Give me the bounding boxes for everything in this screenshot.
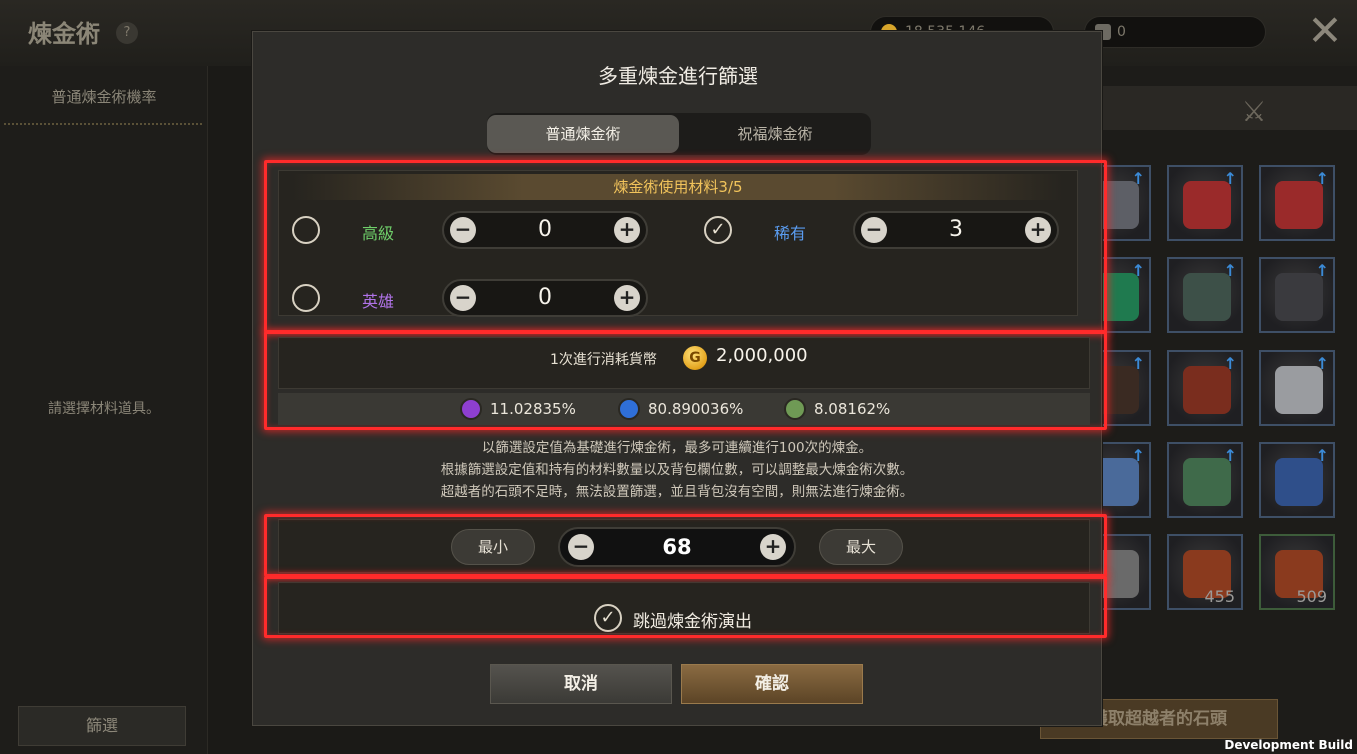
inventory-slot[interactable]: 455 (1167, 534, 1243, 610)
plus-button[interactable]: + (1025, 217, 1051, 243)
necklace-icon (1275, 458, 1323, 506)
skip-checkbox[interactable]: ✓ (594, 604, 622, 632)
inventory-slot[interactable]: ↑ (1167, 442, 1243, 518)
plus-button[interactable]: + (614, 217, 640, 243)
check-icon: ✓ (710, 219, 726, 240)
dev-build-label: Development Build (1224, 738, 1353, 752)
material-header: 煉金術使用材料3/5 (292, 174, 1064, 200)
filter-button[interactable]: 篩選 (18, 706, 186, 746)
bracer-icon (1275, 366, 1323, 414)
upgrade-arrow-icon: ↑ (1131, 169, 1145, 188)
upgrade-arrow-icon: ↑ (1223, 261, 1237, 280)
blue-gem-icon (618, 398, 640, 420)
cloak-icon (1183, 366, 1231, 414)
advanced-value[interactable]: 0 (480, 213, 610, 247)
probability-item: 11.02835% (460, 398, 576, 420)
plus-button[interactable]: + (760, 534, 786, 560)
gold-coin-icon: G (683, 346, 707, 370)
min-button[interactable]: 最小 (451, 529, 535, 565)
green-gem-icon (784, 398, 806, 420)
probability-item: 8.08162% (784, 398, 890, 420)
rare-stepper: − 3 + (853, 211, 1059, 249)
divider (4, 123, 202, 125)
page-title: 煉金術 (28, 20, 100, 48)
purple-gem-icon (460, 398, 482, 420)
upgrade-arrow-icon: ↑ (1315, 354, 1329, 373)
probability-value: 11.02835% (490, 400, 576, 418)
upgrade-arrow-icon: ↑ (1131, 446, 1145, 465)
upgrade-arrow-icon: ↑ (1223, 169, 1237, 188)
item-count: 509 (1296, 587, 1327, 606)
inventory-slot[interactable]: ↑ (1167, 350, 1243, 426)
helmet-icon (1275, 181, 1323, 229)
minus-button[interactable]: − (450, 285, 476, 311)
gauntlet-icon (1275, 273, 1323, 321)
upgrade-arrow-icon: ↑ (1315, 446, 1329, 465)
upgrade-arrow-icon: ↑ (1223, 446, 1237, 465)
probability-value: 80.890036% (648, 400, 744, 418)
inventory-slot[interactable]: ↑ (1259, 257, 1335, 333)
helmet-icon (1183, 181, 1231, 229)
count-stepper: − 68 + (558, 527, 796, 567)
info-text: 根據篩選設定值和持有的材料數量以及背包欄位數，可以調整最大煉金術次數。 (440, 462, 914, 478)
upgrade-arrow-icon: ↑ (1315, 169, 1329, 188)
tab-blessed-alchemy[interactable]: 祝福煉金術 (679, 115, 871, 153)
modal-title: 多重煉金進行篩選 (598, 64, 758, 88)
ring-icon (1183, 458, 1231, 506)
grade-label-advanced: 高級 (362, 224, 395, 243)
upgrade-arrow-icon: ↑ (1131, 261, 1145, 280)
help-icon[interactable]: ? (116, 22, 138, 44)
hero-stepper: − 0 + (442, 279, 648, 317)
tab-normal-alchemy[interactable]: 普通煉金術 (487, 115, 679, 153)
grade-label-hero: 英雄 (362, 292, 395, 311)
probability-row: 11.02835% 80.890036% 8.08162% (278, 393, 1090, 425)
skip-label: 跳過煉金術演出 (633, 612, 752, 632)
armor-icon (1183, 273, 1231, 321)
close-icon[interactable]: ✕ (1305, 10, 1345, 52)
cost-value: 2,000,000 (716, 345, 808, 366)
minus-button[interactable]: − (450, 217, 476, 243)
upgrade-arrow-icon: ↑ (1315, 261, 1329, 280)
max-button[interactable]: 最大 (819, 529, 903, 565)
stone-currency: 0 (1084, 16, 1266, 48)
grade-checkbox-hero[interactable] (292, 284, 320, 312)
tab-bar: 普通煉金術 祝福煉金術 (487, 113, 871, 155)
advanced-stepper: − 0 + (442, 211, 648, 249)
inventory-slot[interactable]: ↑ (1167, 257, 1243, 333)
inventory-slot[interactable]: ↑ (1259, 165, 1335, 241)
left-panel-empty-text: 請選擇材料道具。 (48, 401, 160, 417)
inventory-slot[interactable]: ↑ (1167, 165, 1243, 241)
hero-value[interactable]: 0 (480, 281, 610, 315)
cost-label: 1次進行消耗貨幣 (550, 352, 657, 368)
plus-button[interactable]: + (614, 285, 640, 311)
check-icon: ✓ (600, 607, 616, 628)
grade-checkbox-advanced[interactable] (292, 216, 320, 244)
inventory-slot[interactable]: 509 (1259, 534, 1335, 610)
cost-row: 1次進行消耗貨幣 G 2,000,000 (278, 340, 1098, 376)
info-text: 以篩選設定值為基礎進行煉金術，最多可連續進行100次的煉金。 (481, 440, 873, 456)
info-text: 超越者的石頭不足時，無法設置篩選，並且背包沒有空間，則無法進行煉金術。 (440, 484, 914, 500)
minus-button[interactable]: − (861, 217, 887, 243)
left-panel-title: 普通煉金術機率 (51, 88, 157, 106)
grade-checkbox-rare[interactable]: ✓ (704, 216, 732, 244)
upgrade-arrow-icon: ↑ (1223, 354, 1237, 373)
rare-value[interactable]: 3 (891, 213, 1021, 247)
probability-value: 8.08162% (814, 400, 891, 418)
cancel-button[interactable]: 取消 (490, 664, 672, 704)
count-value[interactable]: 68 (600, 529, 754, 565)
minus-button[interactable]: − (568, 534, 594, 560)
probability-item: 80.890036% (618, 398, 743, 420)
inventory-tabs (1100, 86, 1357, 130)
stone-amount: 0 (1117, 24, 1126, 40)
item-count: 455 (1204, 587, 1235, 606)
confirm-button[interactable]: 確認 (681, 664, 863, 704)
inventory-slot[interactable]: ↑ (1259, 350, 1335, 426)
upgrade-arrow-icon: ↑ (1131, 354, 1145, 373)
sword-icon[interactable]: ⚔ (1238, 96, 1270, 128)
inventory-slot[interactable]: ↑ (1259, 442, 1335, 518)
grade-label-rare: 稀有 (774, 224, 807, 243)
